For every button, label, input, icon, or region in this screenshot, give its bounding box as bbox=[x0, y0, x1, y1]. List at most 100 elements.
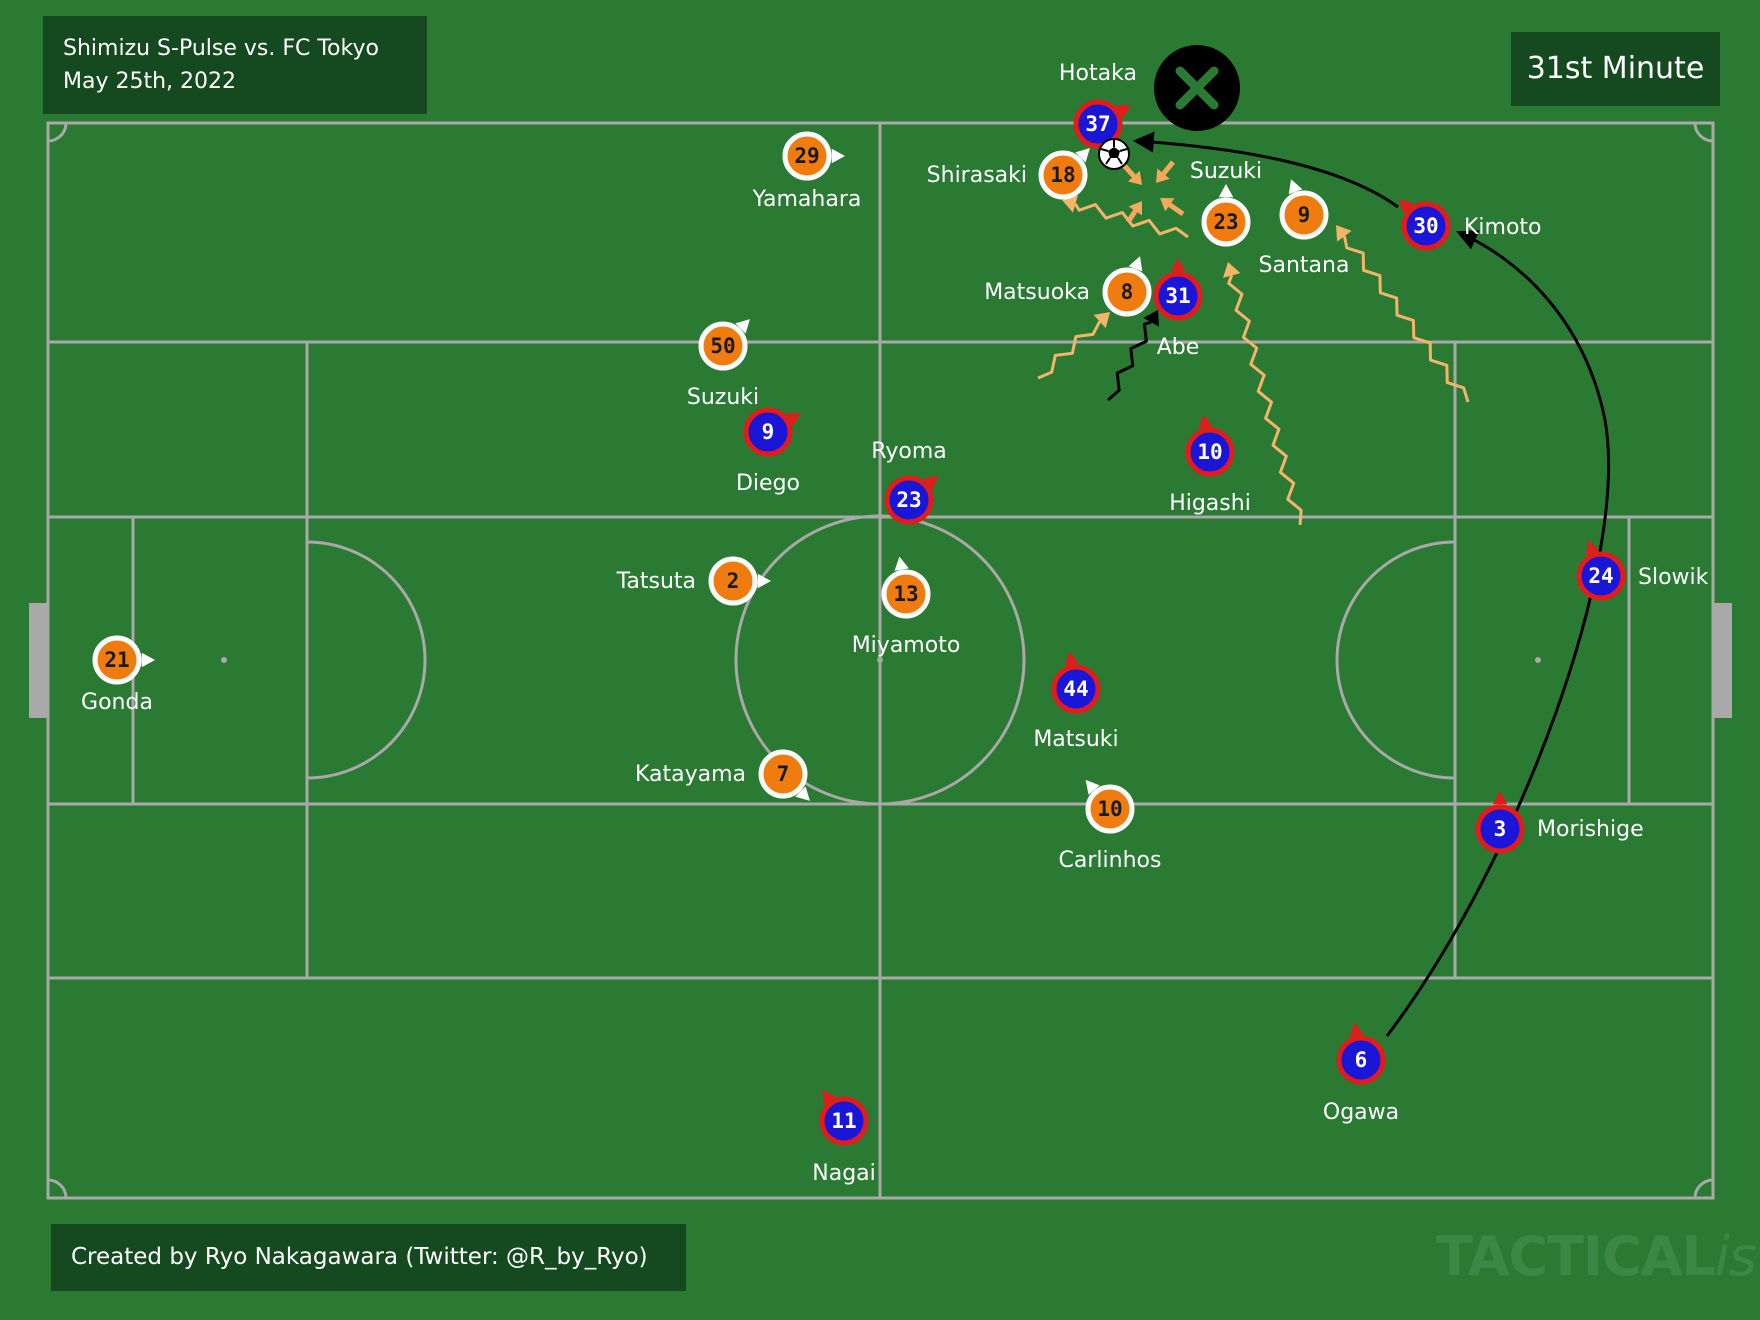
facing-arrow bbox=[831, 148, 845, 164]
minute-label: 31st Minute bbox=[1511, 32, 1720, 106]
player-name: Miyamoto bbox=[852, 633, 961, 658]
player-number: 7 bbox=[777, 762, 790, 786]
player-shimizu-10: 10 Carlinhos bbox=[1059, 779, 1162, 873]
player-tokyo-23: 23 Ryoma bbox=[871, 439, 947, 525]
x-icon bbox=[1154, 45, 1240, 131]
player-name: Abe bbox=[1157, 335, 1200, 360]
player-tokyo-24: 24 Slowik bbox=[1576, 540, 1709, 601]
penalty-arc-right bbox=[1335, 540, 1456, 780]
watermark-main: TACTICAL bbox=[1436, 1225, 1716, 1288]
player-number: 37 bbox=[1085, 112, 1110, 136]
tactical-pitch-diagram: 21Gonda29Yamahara18Shirasaki23Suzuki9San… bbox=[29, 45, 1732, 1200]
player-name: Morishige bbox=[1537, 817, 1644, 842]
facing-arrow bbox=[1170, 258, 1186, 272]
player-name: Nagai bbox=[812, 1161, 876, 1186]
penalty-spot-right bbox=[1535, 657, 1541, 663]
player-number: 8 bbox=[1121, 280, 1134, 304]
player-tokyo-3: 3 Morishige bbox=[1475, 791, 1644, 854]
player-shimizu-8: 8 Matsuoka bbox=[984, 256, 1152, 317]
player-shimizu-9: 9 Santana bbox=[1259, 179, 1350, 278]
player-number: 31 bbox=[1165, 284, 1190, 308]
facing-arrow bbox=[141, 652, 155, 668]
watermark-logo: TACTICALista bbox=[1436, 1225, 1760, 1288]
facing-arrow bbox=[1349, 1022, 1364, 1037]
players-layer: 21Gonda29Yamahara18Shirasaki23Suzuki9San… bbox=[81, 61, 1709, 1186]
run-path-santana bbox=[1336, 225, 1470, 403]
player-name: Carlinhos bbox=[1059, 848, 1162, 873]
player-name: Yamahara bbox=[752, 187, 862, 212]
press-arrow bbox=[1125, 209, 1138, 224]
player-name: Ogawa bbox=[1323, 1100, 1399, 1125]
press-arrow bbox=[1161, 160, 1175, 176]
match-date: May 25th, 2022 bbox=[63, 69, 237, 94]
run-path-higashi-area bbox=[1223, 262, 1303, 526]
player-tokyo-10: 10 Higashi bbox=[1169, 414, 1251, 516]
corner-arc-tl bbox=[47, 122, 68, 143]
player-number: 44 bbox=[1063, 677, 1088, 701]
player-name: Shirasaki bbox=[927, 163, 1027, 188]
player-tokyo-30: 30 Kimoto bbox=[1399, 199, 1542, 251]
corner-arc-br bbox=[1693, 1178, 1714, 1199]
player-number: 11 bbox=[831, 1109, 856, 1133]
player-name: Katayama bbox=[635, 762, 746, 787]
player-shimizu-18: 18 Shirasaki bbox=[927, 148, 1090, 200]
player-number: 23 bbox=[896, 488, 921, 512]
player-shimizu-23: 23 Suzuki bbox=[1190, 159, 1262, 247]
credit-label: Created by Ryo Nakagawara (Twitter: @R_b… bbox=[51, 1224, 686, 1291]
player-name: Suzuki bbox=[1190, 159, 1262, 184]
ball-icon bbox=[1098, 138, 1130, 170]
player-number: 13 bbox=[893, 582, 918, 606]
goal-left bbox=[29, 603, 48, 718]
player-name: Slowik bbox=[1638, 565, 1709, 590]
facing-arrow bbox=[1492, 791, 1508, 805]
penalty-spot-left bbox=[221, 657, 227, 663]
player-name: Hotaka bbox=[1059, 61, 1137, 86]
player-name: Tatsuta bbox=[616, 569, 696, 594]
player-number: 18 bbox=[1050, 163, 1075, 187]
facing-arrow bbox=[1218, 184, 1234, 198]
player-tokyo-31: 31 Abe bbox=[1153, 258, 1203, 360]
facing-arrow bbox=[894, 556, 909, 571]
player-name: Santana bbox=[1259, 253, 1350, 278]
player-shimizu-7: 7 Katayama bbox=[635, 749, 810, 801]
goal-right bbox=[1713, 603, 1732, 718]
player-number: 3 bbox=[1494, 817, 1507, 841]
pass-kimoto-to-hotaka bbox=[1132, 131, 1399, 209]
player-name: Higashi bbox=[1169, 491, 1251, 516]
player-name: Ryoma bbox=[871, 439, 946, 464]
player-tokyo-44: 44 Matsuki bbox=[1033, 651, 1119, 752]
corner-arc-bl bbox=[47, 1178, 68, 1199]
run-path-abe bbox=[1107, 310, 1160, 402]
player-shimizu-29: 29 Yamahara bbox=[752, 131, 862, 212]
player-number: 6 bbox=[1355, 1048, 1368, 1072]
player-name: Matsuki bbox=[1033, 727, 1118, 752]
run-path-matsuoka bbox=[1037, 312, 1110, 380]
player-name: Kimoto bbox=[1464, 215, 1542, 240]
player-shimizu-21: 21 Gonda bbox=[81, 635, 155, 715]
player-tokyo-37: 37 Hotaka bbox=[1059, 61, 1137, 149]
match-title: Shimizu S-Pulse vs. FC Tokyo bbox=[63, 36, 379, 61]
watermark-suffix: ista bbox=[1714, 1225, 1760, 1288]
player-number: 9 bbox=[1298, 203, 1311, 227]
player-tokyo-9: 9 Diego bbox=[736, 407, 801, 496]
press-arrow bbox=[1168, 202, 1185, 217]
corner-arc-tr bbox=[1693, 122, 1714, 143]
player-name: Matsuoka bbox=[984, 280, 1090, 305]
facing-arrow bbox=[1064, 651, 1079, 666]
player-number: 2 bbox=[727, 569, 740, 593]
player-number: 23 bbox=[1213, 210, 1238, 234]
facing-arrow bbox=[1198, 414, 1213, 429]
player-number: 30 bbox=[1413, 214, 1438, 238]
player-number: 21 bbox=[104, 648, 129, 672]
match-title-box: Shimizu S-Pulse vs. FC Tokyo May 25th, 2… bbox=[43, 16, 427, 114]
player-name: Diego bbox=[736, 471, 800, 496]
player-number: 10 bbox=[1097, 797, 1122, 821]
player-number: 9 bbox=[762, 420, 775, 444]
player-number: 24 bbox=[1588, 564, 1613, 588]
press-arrows bbox=[1118, 159, 1185, 224]
player-name: Suzuki bbox=[687, 385, 759, 410]
player-tokyo-11: 11 Nagai bbox=[812, 1089, 876, 1186]
player-number: 29 bbox=[794, 144, 819, 168]
penalty-arc-left bbox=[306, 540, 427, 780]
run-paths bbox=[1037, 195, 1470, 526]
